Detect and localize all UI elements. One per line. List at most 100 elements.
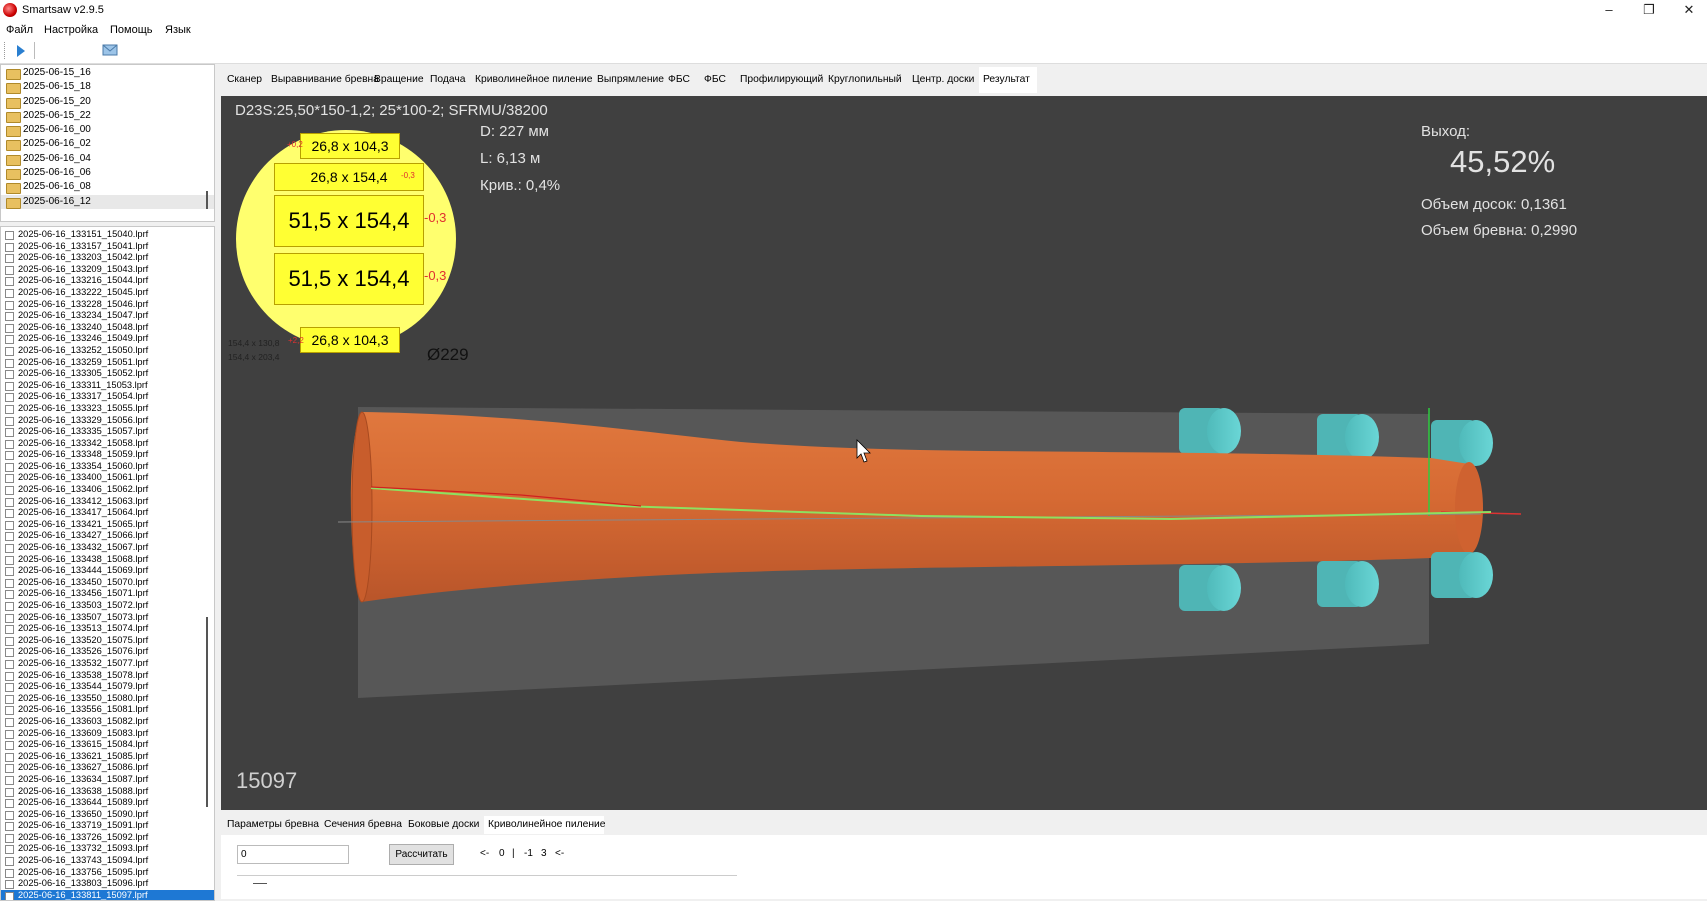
- file-checkbox[interactable]: [5, 729, 14, 739]
- close-button[interactable]: ✕: [1669, 0, 1707, 22]
- file-checkbox[interactable]: [5, 833, 14, 843]
- file-item[interactable]: 2025-06-16_133507_15073.lprf: [1, 612, 214, 624]
- file-checkbox[interactable]: [5, 613, 14, 623]
- file-item[interactable]: 2025-06-16_133538_15078.lprf: [1, 670, 214, 682]
- tab-3[interactable]: Подача: [426, 67, 471, 93]
- file-checkbox[interactable]: [5, 717, 14, 727]
- folder-item[interactable]: 2025-06-16_00: [1, 123, 214, 138]
- file-checkbox[interactable]: [5, 381, 14, 391]
- file-checkbox[interactable]: [5, 323, 14, 333]
- file-item[interactable]: 2025-06-16_133743_15094.lprf: [1, 855, 214, 867]
- file-item[interactable]: 2025-06-16_133732_15093.lprf: [1, 843, 214, 855]
- file-item[interactable]: 2025-06-16_133317_15054.lprf: [1, 391, 214, 403]
- slider-handle[interactable]: [253, 883, 267, 884]
- maximize-button[interactable]: ❐: [1629, 0, 1669, 22]
- file-item[interactable]: 2025-06-16_133444_15069.lprf: [1, 565, 214, 577]
- folder-item[interactable]: 2025-06-16_08: [1, 180, 214, 195]
- file-checkbox[interactable]: [5, 567, 14, 577]
- tab-0[interactable]: Сканер: [223, 67, 267, 93]
- folder-item[interactable]: 2025-06-16_06: [1, 166, 214, 181]
- file-item[interactable]: 2025-06-16_133222_15045.lprf: [1, 287, 214, 299]
- file-item[interactable]: 2025-06-16_133203_15042.lprf: [1, 252, 214, 264]
- file-checkbox[interactable]: [5, 474, 14, 484]
- folder-item[interactable]: 2025-06-16_04: [1, 152, 214, 166]
- file-item[interactable]: 2025-06-16_133216_15044.lprf: [1, 275, 214, 287]
- file-checkbox[interactable]: [5, 486, 14, 496]
- tab-4[interactable]: Криволинейное пиление: [471, 67, 593, 93]
- menu-file[interactable]: Файл: [6, 22, 33, 39]
- file-checkbox[interactable]: [5, 683, 14, 693]
- file-item[interactable]: 2025-06-16_133644_15089.lprf: [1, 797, 214, 809]
- file-item[interactable]: 2025-06-16_133526_15076.lprf: [1, 646, 214, 658]
- file-item[interactable]: 2025-06-16_133400_15061.lprf: [1, 472, 214, 484]
- file-item[interactable]: 2025-06-16_133406_15062.lprf: [1, 484, 214, 496]
- play-icon[interactable]: [14, 43, 28, 59]
- file-checkbox[interactable]: [5, 822, 14, 832]
- folder-scrollbar[interactable]: [206, 191, 208, 209]
- file-item[interactable]: 2025-06-16_133157_15041.lprf: [1, 241, 214, 253]
- file-checkbox[interactable]: [5, 532, 14, 542]
- file-item[interactable]: 2025-06-16_133627_15086.lprf: [1, 762, 214, 774]
- file-checkbox[interactable]: [5, 880, 14, 890]
- tab-5[interactable]: Выпрямление: [593, 67, 664, 93]
- 3d-viewport[interactable]: 26,8 x 104,3 +0,2 26,8 x 154,4 -0,3 51,5…: [221, 96, 1707, 810]
- file-item[interactable]: 2025-06-16_133240_15048.lprf: [1, 322, 214, 334]
- tab-8[interactable]: Профилирующий: [736, 67, 824, 93]
- file-checkbox[interactable]: [5, 857, 14, 867]
- file-checkbox[interactable]: [5, 370, 14, 380]
- file-checkbox[interactable]: [5, 555, 14, 565]
- file-checkbox[interactable]: [5, 254, 14, 264]
- file-checkbox[interactable]: [5, 671, 14, 681]
- slider-track[interactable]: [237, 875, 737, 894]
- file-checkbox[interactable]: [5, 741, 14, 751]
- file-item[interactable]: 2025-06-16_133323_15055.lprf: [1, 403, 214, 415]
- file-checkbox[interactable]: [5, 787, 14, 797]
- file-item[interactable]: 2025-06-16_133305_15052.lprf: [1, 368, 214, 380]
- file-item[interactable]: 2025-06-16_133421_15065.lprf: [1, 519, 214, 531]
- file-item[interactable]: 2025-06-16_133556_15081.lprf: [1, 704, 214, 716]
- file-item[interactable]: 2025-06-16_133354_15060.lprf: [1, 461, 214, 473]
- file-item[interactable]: 2025-06-16_133412_15063.lprf: [1, 496, 214, 508]
- menu-settings[interactable]: Настройка: [44, 22, 98, 39]
- file-checkbox[interactable]: [5, 868, 14, 878]
- tab-7[interactable]: ФБС: [700, 67, 736, 93]
- file-checkbox[interactable]: [5, 648, 14, 658]
- bottom-tab-0[interactable]: Параметры бревна: [223, 816, 320, 834]
- file-item[interactable]: 2025-06-16_133246_15049.lprf: [1, 333, 214, 345]
- tab-2[interactable]: Вращение: [370, 67, 426, 93]
- nav-next[interactable]: <-: [555, 848, 564, 859]
- file-item[interactable]: 2025-06-16_133432_15067.lprf: [1, 542, 214, 554]
- menu-language[interactable]: Язык: [165, 22, 191, 39]
- file-checkbox[interactable]: [5, 845, 14, 855]
- file-checkbox[interactable]: [5, 300, 14, 310]
- file-item[interactable]: 2025-06-16_133503_15072.lprf: [1, 600, 214, 612]
- file-checkbox[interactable]: [5, 659, 14, 669]
- file-item[interactable]: 2025-06-16_133719_15091.lprf: [1, 820, 214, 832]
- file-checkbox[interactable]: [5, 346, 14, 356]
- file-checkbox[interactable]: [5, 428, 14, 438]
- calculate-button[interactable]: Рассчитать: [389, 844, 454, 865]
- tab-11[interactable]: Результат: [979, 67, 1037, 93]
- file-item[interactable]: 2025-06-16_133335_15057.lprf: [1, 426, 214, 438]
- file-item[interactable]: 2025-06-16_133811_15097.lprf: [1, 889, 214, 900]
- file-checkbox[interactable]: [5, 752, 14, 762]
- file-checkbox[interactable]: [5, 265, 14, 275]
- file-item[interactable]: 2025-06-16_133603_15082.lprf: [1, 716, 214, 728]
- file-checkbox[interactable]: [5, 312, 14, 322]
- file-item[interactable]: 2025-06-16_133634_15087.lprf: [1, 774, 214, 786]
- file-item[interactable]: 2025-06-16_133456_15071.lprf: [1, 588, 214, 600]
- file-item[interactable]: 2025-06-16_133803_15096.lprf: [1, 878, 214, 890]
- file-item[interactable]: 2025-06-16_133615_15084.lprf: [1, 739, 214, 751]
- param-input[interactable]: [237, 845, 349, 864]
- file-checkbox[interactable]: [5, 335, 14, 345]
- file-checkbox[interactable]: [5, 404, 14, 414]
- file-item[interactable]: 2025-06-16_133609_15083.lprf: [1, 728, 214, 740]
- file-item[interactable]: 2025-06-16_133532_15077.lprf: [1, 658, 214, 670]
- file-item[interactable]: 2025-06-16_133329_15056.lprf: [1, 415, 214, 427]
- file-checkbox[interactable]: [5, 636, 14, 646]
- tab-9[interactable]: Круглопильный: [824, 67, 908, 93]
- file-scrollbar[interactable]: [206, 617, 208, 807]
- file-item[interactable]: 2025-06-16_133450_15070.lprf: [1, 577, 214, 589]
- file-checkbox[interactable]: [5, 439, 14, 449]
- file-checkbox[interactable]: [5, 358, 14, 368]
